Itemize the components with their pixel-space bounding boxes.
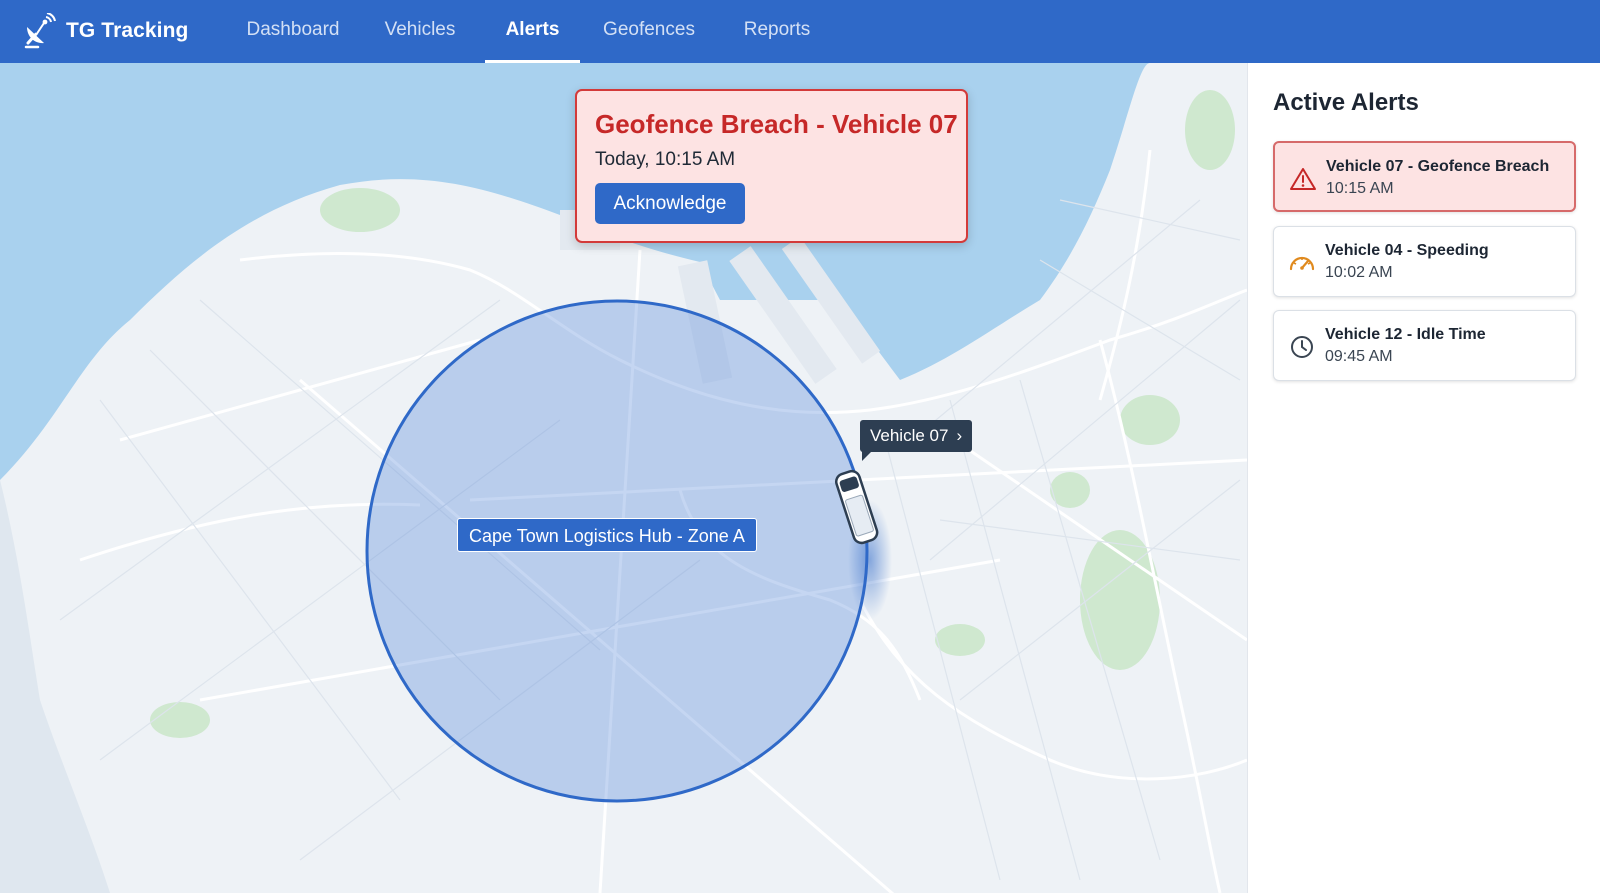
chevron-right-icon: › bbox=[956, 426, 963, 445]
nav-tab-label: Reports bbox=[743, 19, 811, 40]
alert-card-idle-time[interactable]: Vehicle 12 - Idle Time 09:45 AM bbox=[1273, 310, 1576, 381]
app-name: TG Tracking bbox=[66, 19, 189, 42]
nav-tab-label: Alerts bbox=[505, 19, 560, 40]
alert-title: Vehicle 12 - Idle Time bbox=[1325, 326, 1486, 343]
top-nav-bar: TG Tracking Dashboard Vehicles Alerts Ge… bbox=[0, 0, 1600, 63]
nav-tab-label: Dashboard bbox=[246, 19, 340, 40]
nav-tab-label: Vehicles bbox=[384, 19, 456, 40]
popup-title: Geofence Breach - Vehicle 07 bbox=[595, 109, 958, 139]
alert-time: 09:45 AM bbox=[1325, 348, 1393, 365]
warning-triangle-icon bbox=[1290, 168, 1316, 190]
satellite-dish-icon bbox=[24, 13, 56, 49]
geofence-breach-popup: Geofence Breach - Vehicle 07 Today, 10:1… bbox=[575, 89, 968, 243]
nav-tab-vehicles[interactable]: Vehicles bbox=[380, 0, 460, 63]
clock-icon bbox=[1291, 336, 1313, 358]
alert-time: 10:15 AM bbox=[1326, 180, 1394, 197]
alerts-sidebar: Active Alerts Vehicle 07 - Geofence Brea… bbox=[1247, 63, 1600, 893]
alert-time: 10:02 AM bbox=[1325, 264, 1393, 281]
sidebar-title: Active Alerts bbox=[1273, 89, 1419, 116]
nav-tab-alerts[interactable]: Alerts bbox=[485, 0, 580, 63]
geofence-label[interactable]: Cape Town Logistics Hub - Zone A bbox=[457, 518, 757, 552]
vehicle-label-text: Vehicle 07 bbox=[870, 426, 949, 445]
popup-time: Today, 10:15 AM bbox=[595, 149, 736, 170]
alert-card-geofence-breach[interactable]: Vehicle 07 - Geofence Breach 10:15 AM bbox=[1273, 141, 1576, 212]
nav-tab-dashboard[interactable]: Dashboard bbox=[243, 0, 343, 63]
alert-card-speeding[interactable]: Vehicle 04 - Speeding 10:02 AM bbox=[1273, 226, 1576, 297]
vehicle-label[interactable]: Vehicle 07 › bbox=[860, 420, 973, 461]
alert-title: Vehicle 07 - Geofence Breach bbox=[1326, 158, 1550, 175]
speedometer-icon bbox=[1289, 256, 1315, 271]
acknowledge-button[interactable]: Acknowledge bbox=[595, 183, 745, 224]
nav-tab-geofences[interactable]: Geofences bbox=[598, 0, 700, 63]
nav-tab-label: Geofences bbox=[603, 19, 695, 40]
alert-title: Vehicle 04 - Speeding bbox=[1325, 242, 1489, 259]
brand[interactable]: TG Tracking bbox=[24, 12, 188, 50]
nav-tab-reports[interactable]: Reports bbox=[737, 0, 817, 63]
vehicle-marker-icon[interactable] bbox=[832, 463, 882, 553]
